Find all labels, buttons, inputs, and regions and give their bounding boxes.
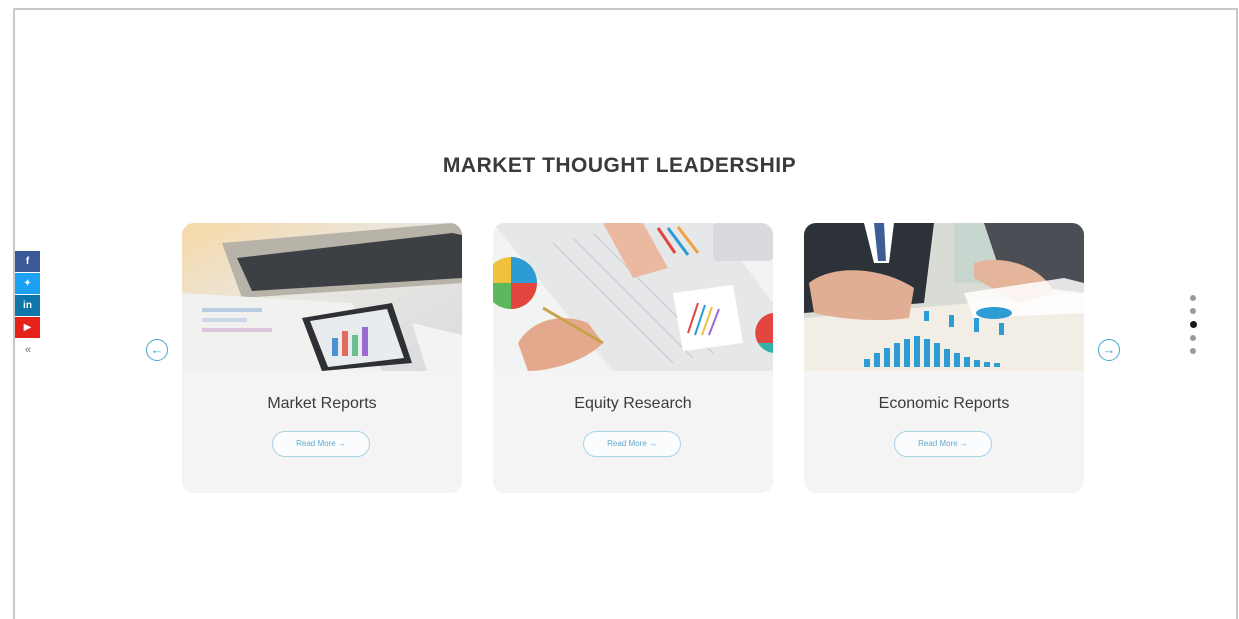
- card-economic-reports[interactable]: Economic Reports Read More →: [804, 223, 1084, 493]
- equity-research-image: [493, 223, 773, 371]
- facebook-icon[interactable]: f: [15, 251, 40, 272]
- pagination-dot[interactable]: [1190, 348, 1196, 354]
- carousel-prev-button[interactable]: ←: [146, 339, 168, 361]
- pagination-dot[interactable]: [1190, 335, 1196, 341]
- pagination-dot[interactable]: [1189, 321, 1197, 328]
- read-more-button[interactable]: Read More →: [583, 431, 681, 457]
- card-title: Market Reports: [267, 395, 377, 412]
- economic-reports-image: [804, 223, 1084, 371]
- card-equity-research[interactable]: Equity Research Read More →: [493, 223, 773, 493]
- card-market-reports[interactable]: Market Reports Read More →: [182, 223, 462, 493]
- card-title: Economic Reports: [878, 395, 1010, 412]
- card-title: Equity Research: [574, 395, 692, 412]
- twitter-icon[interactable]: ✦: [15, 273, 40, 294]
- carousel-next-button[interactable]: →: [1098, 339, 1120, 361]
- market-reports-image: [182, 223, 462, 371]
- collapse-social-icon[interactable]: «: [25, 344, 31, 356]
- youtube-icon[interactable]: ▶: [15, 317, 40, 338]
- section-title: MARKET THOUGHT LEADERSHIP: [442, 154, 797, 177]
- linkedin-icon[interactable]: in: [15, 295, 40, 316]
- social-share-bar: f ✦ in ▶ «: [15, 251, 43, 356]
- pagination-dot[interactable]: [1190, 295, 1196, 301]
- pagination-dot[interactable]: [1190, 308, 1196, 314]
- read-more-button[interactable]: Read More →: [272, 431, 370, 457]
- carousel-pagination: [1188, 295, 1198, 361]
- read-more-button[interactable]: Read More →: [894, 431, 992, 457]
